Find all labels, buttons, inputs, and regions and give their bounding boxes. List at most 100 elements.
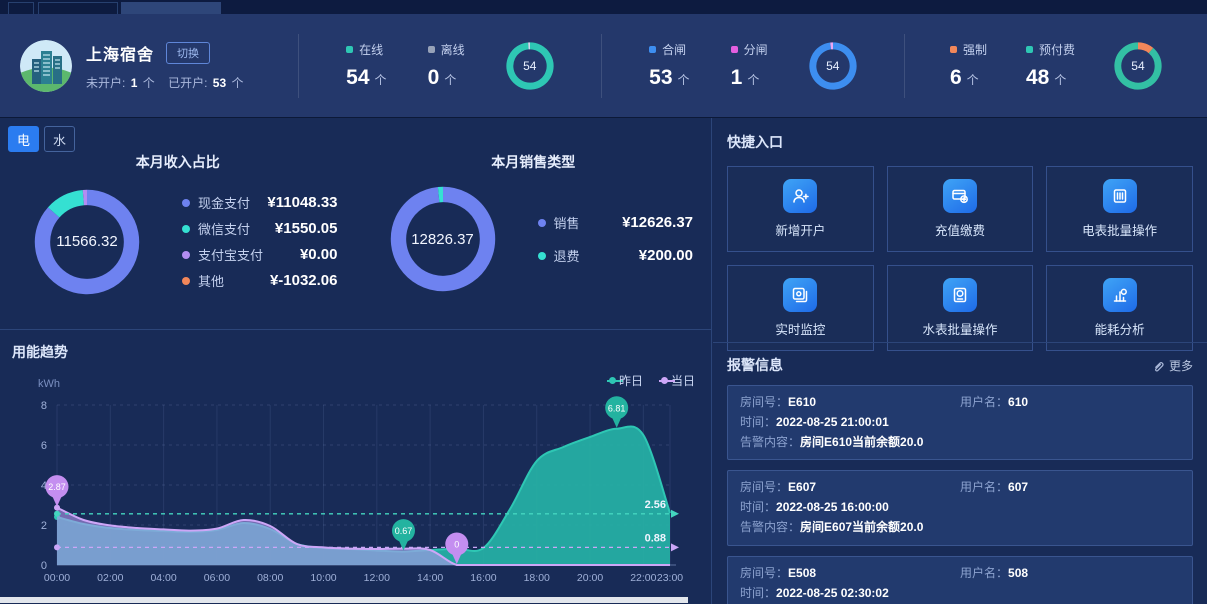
alarm-item[interactable]: 房间号：E610 用户名：610 时间：2022-08-25 21:00:01 … bbox=[727, 385, 1193, 460]
time-value: 2022-08-25 02:30:02 bbox=[776, 584, 889, 604]
legend-label: 销售 bbox=[554, 213, 580, 232]
svg-text:6: 6 bbox=[41, 440, 47, 452]
trend-title: 用能趋势 bbox=[12, 342, 68, 362]
user-value: 508 bbox=[1008, 566, 1028, 580]
legend-label: 当日 bbox=[671, 372, 695, 389]
online-donut-chart: 54 bbox=[506, 42, 554, 90]
legend-label: 现金支付 bbox=[198, 193, 250, 212]
opened-label: 已开户: bbox=[168, 76, 207, 90]
opened-value: 53 bbox=[213, 76, 226, 90]
legend-value: ¥12626.37 bbox=[622, 214, 693, 231]
sales-chart-block: 本月销售类型 12826.37 销售¥12626.37 退费¥200.00 bbox=[356, 152, 712, 329]
legend-dot-icon bbox=[661, 377, 668, 384]
top-tab-active[interactable] bbox=[121, 2, 221, 14]
stat-group-switch: 合闸 53个 分闸 1个 54 bbox=[602, 41, 904, 90]
tab-water[interactable]: 水 bbox=[44, 126, 75, 152]
unit-label: 个 bbox=[143, 76, 155, 90]
income-total-value: 11566.32 bbox=[34, 189, 140, 295]
legend-value: ¥-1032.06 bbox=[270, 272, 338, 289]
legend-yesterday[interactable]: 昨日 bbox=[607, 372, 643, 389]
quick-entry-label: 新增开户 bbox=[775, 220, 825, 239]
more-link[interactable]: 更多 bbox=[1152, 357, 1193, 374]
stat-closed: 合闸 53个 bbox=[649, 41, 689, 90]
room-value: E607 bbox=[788, 480, 816, 494]
sales-donut-chart: 12826.37 bbox=[390, 186, 496, 292]
legend-value: ¥200.00 bbox=[639, 247, 693, 264]
svg-text:00:00: 00:00 bbox=[44, 572, 70, 584]
top-tab[interactable] bbox=[8, 2, 34, 14]
not-opened-value: 1 bbox=[131, 76, 138, 90]
stat-value: 48 bbox=[1026, 66, 1049, 89]
time-label: 时间： bbox=[740, 584, 776, 604]
svg-text:23:00: 23:00 bbox=[657, 572, 683, 584]
top-tab[interactable] bbox=[38, 2, 118, 14]
quick-entry-water-meter-batch[interactable]: 水表批量操作 bbox=[887, 265, 1034, 351]
svg-text:6.81: 6.81 bbox=[608, 403, 626, 413]
time-label: 时间： bbox=[740, 498, 776, 518]
user-value: 607 bbox=[1008, 480, 1028, 494]
tab-electric[interactable]: 电 bbox=[8, 126, 39, 152]
svg-text:0: 0 bbox=[454, 540, 459, 550]
quick-entry-panel: 快捷入口 新增开户 充值缴费 bbox=[713, 118, 1207, 342]
svg-text:14:00: 14:00 bbox=[417, 572, 443, 584]
quick-entry-recharge[interactable]: 充值缴费 bbox=[887, 166, 1034, 252]
quick-entry-energy-analysis[interactable]: 能耗分析 bbox=[1046, 265, 1193, 351]
prepaid-dot-icon bbox=[1026, 46, 1033, 53]
room-label: 房间号： bbox=[740, 395, 788, 409]
site-name: 上海宿舍 bbox=[86, 41, 154, 65]
legend-value: ¥1550.05 bbox=[275, 220, 338, 237]
sales-chart-title: 本月销售类型 bbox=[356, 152, 712, 172]
quick-entry-title: 快捷入口 bbox=[727, 132, 1193, 152]
user-label: 用户名： bbox=[960, 395, 1008, 409]
quick-entry-electric-meter-batch[interactable]: 电表批量操作 bbox=[1046, 166, 1193, 252]
forced-dot-icon bbox=[950, 46, 957, 53]
svg-text:2.56: 2.56 bbox=[645, 499, 666, 511]
legend-today[interactable]: 当日 bbox=[659, 372, 695, 389]
donut-center-value: 54 bbox=[1114, 42, 1162, 90]
room-label: 房间号： bbox=[740, 566, 788, 580]
left-column: 电 水 本月收入占比 11566.32 现金支付¥11048.33 bbox=[0, 118, 712, 604]
time-value: 2022-08-25 16:00:00 bbox=[776, 498, 889, 518]
svg-text:0: 0 bbox=[41, 560, 47, 572]
stat-value: 54 bbox=[346, 66, 369, 89]
donut-center-value: 54 bbox=[506, 42, 554, 90]
paperclip-icon bbox=[1152, 359, 1165, 372]
svg-text:20:00: 20:00 bbox=[577, 572, 603, 584]
legend-row: 其他¥-1032.06 bbox=[182, 271, 338, 290]
stat-group-online: 在线 54个 离线 0个 54 bbox=[299, 41, 601, 90]
account-open-stats: 未开户: 1 个 已开户: 53 个 bbox=[86, 74, 243, 91]
switch-site-button[interactable]: 切换 bbox=[166, 42, 210, 64]
svg-text:18:00: 18:00 bbox=[524, 572, 550, 584]
legend-label: 支付宝支付 bbox=[198, 245, 263, 264]
unit-label: 个 bbox=[967, 73, 979, 87]
alarm-item[interactable]: 房间号：E607 用户名：607 时间：2022-08-25 16:00:00 … bbox=[727, 470, 1193, 545]
quick-entry-label: 实时监控 bbox=[775, 319, 825, 338]
stat-label: 分闸 bbox=[744, 41, 768, 58]
switch-donut-chart: 54 bbox=[809, 42, 857, 90]
legend-dot-icon bbox=[609, 377, 616, 384]
user-value: 610 bbox=[1008, 395, 1028, 409]
sales-legend: 销售¥12626.37 退费¥200.00 bbox=[496, 186, 712, 292]
water-meter-icon bbox=[943, 278, 977, 312]
donut-center-value: 54 bbox=[809, 42, 857, 90]
time-value: 2022-08-25 21:00:01 bbox=[776, 413, 889, 433]
stat-value: 0 bbox=[428, 66, 440, 89]
stat-online: 在线 54个 bbox=[346, 41, 386, 90]
svg-text:0.67: 0.67 bbox=[395, 526, 413, 536]
user-add-icon bbox=[783, 179, 817, 213]
alarm-item[interactable]: 房间号：E508 用户名：508 时间：2022-08-25 02:30:02 … bbox=[727, 556, 1193, 604]
energy-trend-panel: 用能趋势 昨日 当日 kWh 00:0002:0004:0006:0008:00… bbox=[0, 330, 711, 603]
trend-legend: 昨日 当日 bbox=[607, 372, 695, 389]
quick-entry-new-account[interactable]: 新增开户 bbox=[727, 166, 874, 252]
unit-label: 个 bbox=[1054, 73, 1066, 87]
alarm-panel: 报警信息 更多 房间号：E610 用户名：610 时间：2022-08-25 2… bbox=[713, 342, 1207, 604]
legend-value: ¥11048.33 bbox=[267, 194, 337, 211]
recharge-card-icon bbox=[943, 179, 977, 213]
unit-label: 个 bbox=[231, 76, 243, 90]
quick-entry-realtime-monitor[interactable]: 实时监控 bbox=[727, 265, 874, 351]
svg-text:02:00: 02:00 bbox=[97, 572, 123, 584]
svg-text:04:00: 04:00 bbox=[150, 572, 176, 584]
content-label: 告警内容： bbox=[740, 433, 800, 453]
legend-label: 微信支付 bbox=[198, 219, 250, 238]
content-value: 房间E607当前余额20.0 bbox=[800, 518, 923, 538]
